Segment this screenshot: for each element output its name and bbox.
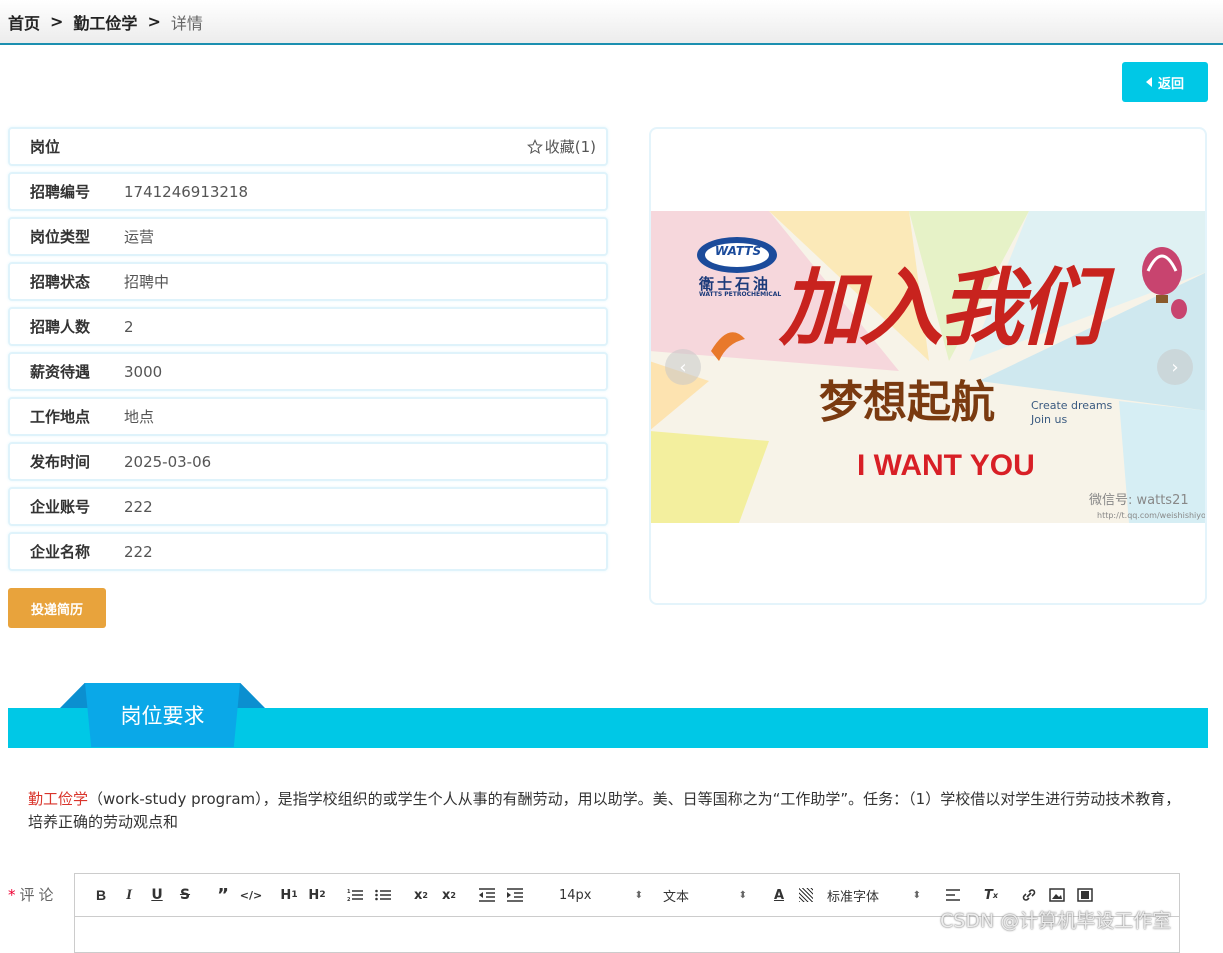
clear-format-icon[interactable]: Tx	[979, 883, 1003, 907]
job-field-row: 岗位类型 运营	[8, 217, 608, 256]
description-highlight: 勤工俭学	[28, 790, 89, 808]
apply-resume-button[interactable]: 投递简历	[8, 588, 106, 628]
breadcrumb: 首页 > 勤工俭学 > 详情	[0, 0, 1223, 45]
image-icon[interactable]	[1045, 883, 1069, 907]
brand-logo: WATTS	[714, 244, 762, 258]
field-label: 企业账号	[30, 498, 91, 516]
link-icon[interactable]	[1017, 883, 1041, 907]
field-value: 1741246913218	[124, 182, 249, 201]
heading-1-icon[interactable]: H1	[277, 883, 301, 907]
breadcrumb-current: 详情	[170, 13, 203, 33]
back-button[interactable]: 返回	[1122, 62, 1208, 102]
field-label: 招聘编号	[30, 183, 91, 201]
caret-left-icon	[1145, 77, 1152, 87]
bold-icon[interactable]: B	[89, 883, 113, 907]
job-info-panel: 岗位 收藏(1) 招聘编号 1741246913218 岗位类型 运营 招聘状态 招聘…	[8, 127, 608, 577]
italic-icon[interactable]: I	[117, 883, 141, 907]
blockquote-icon[interactable]: ”	[211, 883, 235, 907]
carousel-prev-button[interactable]: ‹	[665, 349, 701, 385]
favorite-label: 收藏(1)	[544, 138, 596, 156]
breadcrumb-separator: >	[147, 12, 161, 31]
job-field-row: 发布时间 2025-03-06	[8, 442, 608, 481]
font-size-select[interactable]: 14px ⬍	[559, 883, 643, 907]
field-label: 薪资待遇	[30, 363, 91, 381]
breadcrumb-section[interactable]: 勤工俭学	[73, 10, 137, 34]
field-label: 招聘人数	[30, 318, 91, 336]
ordered-list-icon[interactable]: 12	[343, 883, 367, 907]
banner-url: http://t.qq.com/weishishiyou	[1097, 511, 1207, 520]
chevron-right-icon: ›	[1171, 356, 1179, 378]
sort-arrows-icon: ⬍	[634, 889, 643, 901]
description-text: （work-study program），是指学校组织的或学生个人从事的有酬劳动…	[28, 790, 1181, 831]
job-description: 勤工俭学（work-study program），是指学校组织的或学生个人从事的…	[28, 788, 1193, 834]
field-value: 2025-03-06	[124, 452, 212, 471]
svg-text:1: 1	[347, 889, 351, 895]
font-size-value: 14px	[559, 887, 592, 903]
field-value: 2	[124, 317, 134, 336]
header-select[interactable]: 文本 ⬍	[663, 883, 747, 907]
banner-slogan: I WANT YOU	[857, 449, 1035, 482]
field-label: 工作地点	[30, 408, 91, 426]
watermark: CSDN @计算机毕设工作室	[940, 910, 1172, 932]
job-header-label: 岗位	[30, 138, 61, 156]
field-value: 222	[124, 497, 153, 516]
font-family-value: 标准字体	[827, 889, 880, 905]
comment-label: * 评论	[8, 884, 58, 905]
background-color-icon[interactable]	[799, 888, 813, 902]
underline-icon[interactable]: U	[145, 883, 169, 907]
field-value: 招聘中	[124, 273, 170, 291]
banner-subline: 梦想起航	[819, 377, 995, 428]
superscript-icon[interactable]: x2	[437, 883, 461, 907]
video-icon[interactable]	[1073, 883, 1097, 907]
required-mark: *	[8, 886, 16, 904]
breadcrumb-separator: >	[50, 12, 64, 31]
section-title: 岗位要求	[85, 683, 240, 747]
field-label: 企业名称	[30, 543, 91, 561]
banner-wechat: 微信号: watts21	[1089, 493, 1189, 508]
bullet-list-icon[interactable]	[371, 883, 395, 907]
field-label: 招聘状态	[30, 273, 91, 291]
field-value: 运营	[124, 228, 155, 246]
favorite-button[interactable]: 收藏(1)	[526, 136, 596, 157]
job-header-row: 岗位 收藏(1)	[8, 127, 608, 166]
field-label: 岗位类型	[30, 228, 91, 246]
font-color-icon[interactable]: A	[767, 883, 791, 907]
svg-text:2: 2	[347, 897, 351, 902]
outdent-icon[interactable]	[475, 883, 499, 907]
header-value: 文本	[663, 889, 690, 905]
heading-2-icon[interactable]: H2	[305, 883, 329, 907]
job-field-row: 招聘人数 2	[8, 307, 608, 346]
breadcrumb-home[interactable]: 首页	[8, 10, 40, 34]
carousel-next-button[interactable]: ›	[1157, 349, 1193, 385]
job-field-row: 招聘编号 1741246913218	[8, 172, 608, 211]
banner-headline: 加入我们	[779, 259, 1103, 357]
field-value: 3000	[124, 362, 163, 381]
brand-name-en: WATTS PETROCHEMICAL	[699, 291, 782, 298]
back-button-label: 返回	[1157, 76, 1184, 92]
indent-icon[interactable]	[503, 883, 527, 907]
subscript-icon[interactable]: x2	[409, 883, 433, 907]
recruitment-banner-image: WATTS 衛士石油 WATTS PETROCHEMICAL 加入我们 梦想起航…	[651, 211, 1207, 523]
field-value: 地点	[124, 408, 155, 426]
banner-tagline-1: Create dreams	[1031, 399, 1113, 412]
code-block-icon[interactable]: </>	[239, 883, 263, 907]
job-field-row: 招聘状态 招聘中	[8, 262, 608, 301]
job-field-row: 工作地点 地点	[8, 397, 608, 436]
comment-label-text: 评论	[19, 886, 58, 904]
field-label: 发布时间	[30, 453, 91, 471]
chevron-left-icon: ‹	[679, 356, 687, 378]
sort-arrows-icon: ⬍	[738, 889, 747, 901]
image-carousel: WATTS 衛士石油 WATTS PETROCHEMICAL 加入我们 梦想起航…	[649, 127, 1207, 605]
job-field-row: 企业账号 222	[8, 487, 608, 526]
strikethrough-icon[interactable]: S	[173, 883, 197, 907]
job-field-row: 企业名称 222	[8, 532, 608, 571]
job-field-row: 薪资待遇 3000	[8, 352, 608, 391]
font-family-select[interactable]: 标准字体 ⬍	[827, 883, 921, 907]
star-icon	[526, 138, 543, 154]
banner-tagline-2: Join us	[1031, 413, 1068, 426]
field-value: 222	[124, 542, 153, 561]
align-icon[interactable]	[941, 883, 965, 907]
sort-arrows-icon: ⬍	[912, 889, 921, 901]
